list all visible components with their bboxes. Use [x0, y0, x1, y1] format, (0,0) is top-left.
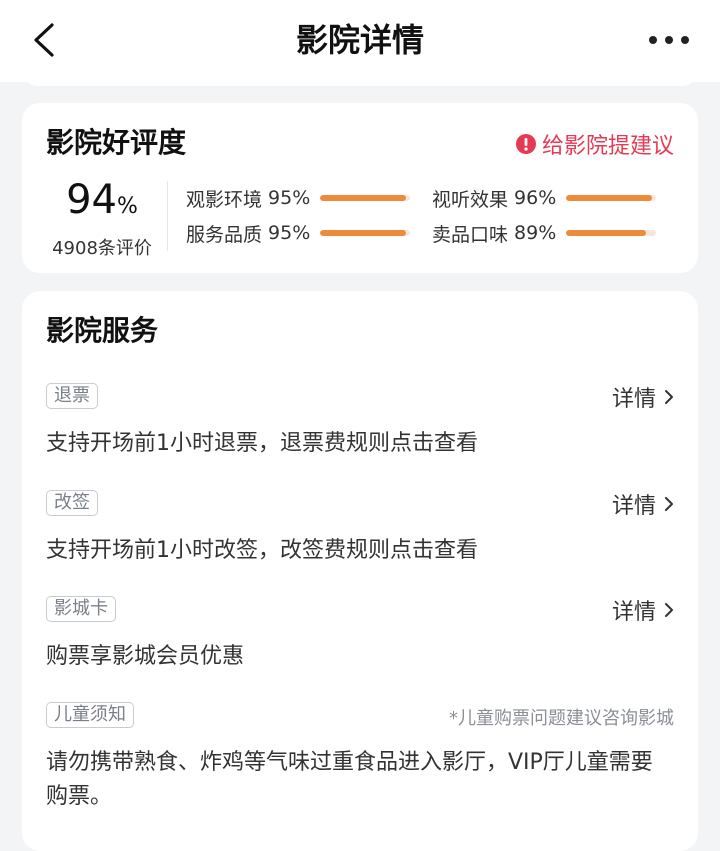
suggest-button[interactable]: 给影院提建议: [515, 129, 674, 159]
metric-bar: [320, 195, 411, 201]
metric-value: 95%: [268, 222, 311, 244]
service-desc: 支持开场前1小时改签，改签费规则点击查看: [46, 538, 478, 563]
metric-bar: [320, 230, 411, 236]
rating-card: 影院好评度 给影院提建议 94% 4908条评价 观影环境 95% 视听效果 9…: [22, 103, 698, 273]
metric-service: 服务品质 95%: [186, 218, 411, 248]
metric-value: 89%: [514, 222, 557, 244]
metric-label: 视听效果: [432, 188, 509, 211]
chevron-right-icon: [665, 497, 673, 511]
score-value: 94: [66, 177, 117, 223]
detail-link[interactable]: 详情: [612, 594, 674, 626]
service-note: *儿童购票问题建议咨询影城: [449, 708, 674, 729]
detail-link[interactable]: 详情: [612, 381, 674, 413]
metric-label: 卖品口味: [432, 223, 509, 246]
service-tag: 退票: [46, 383, 98, 409]
metric-audiovisual: 视听效果 96%: [432, 183, 657, 213]
metric-bar: [566, 230, 657, 236]
detail-link[interactable]: 详情: [612, 488, 674, 520]
service-refund[interactable]: 退票 详情 支持开场前1小时退票，退票费规则点击查看: [46, 383, 674, 461]
service-reschedule[interactable]: 改签 详情 支持开场前1小时改签，改签费规则点击查看: [46, 490, 674, 568]
metric-value: 96%: [514, 187, 557, 209]
overall-score: 94% 4908条评价: [42, 175, 162, 260]
service-tag: 影城卡: [46, 596, 116, 622]
rating-title: 影院好评度: [46, 126, 187, 159]
metric-snacks: 卖品口味 89%: [432, 218, 657, 248]
chevron-right-icon: [665, 390, 673, 404]
warning-icon: [515, 134, 536, 154]
services-title: 影院服务: [46, 314, 159, 347]
metric-label: 观影环境: [186, 188, 263, 211]
metric-value: 95%: [268, 187, 311, 209]
previous-card-bottom: [22, 70, 698, 86]
suggest-label: 给影院提建议: [541, 134, 674, 159]
service-cinema-card[interactable]: 影城卡 详情 购票享影城会员优惠: [46, 596, 674, 674]
divider: [167, 181, 168, 251]
service-tag: 改签: [46, 490, 98, 516]
metric-label: 服务品质: [186, 223, 263, 246]
more-icon[interactable]: [648, 30, 690, 50]
service-desc: 支持开场前1小时退票，退票费规则点击查看: [46, 431, 478, 456]
review-count: 4908条评价: [52, 238, 152, 259]
service-desc: 购票享影城会员优惠: [46, 644, 245, 669]
service-desc: 请勿携带熟食、炸鸡等气味过重食品进入影厅，VIP厅儿童需要购票。: [46, 750, 653, 809]
page-title: 影院详情: [295, 21, 424, 59]
metric-environment: 观影环境 95%: [186, 183, 411, 213]
service-tag: 儿童须知: [46, 702, 134, 728]
score-unit: %: [117, 194, 138, 219]
chevron-right-icon: [665, 603, 673, 617]
metric-bar: [566, 195, 657, 201]
service-children: 儿童须知 *儿童购票问题建议咨询影城 请勿携带熟食、炸鸡等气味过重食品进入影厅，…: [46, 702, 674, 814]
services-card: 影院服务 退票 详情 支持开场前1小时退票，退票费规则点击查看 改签 详情 支持…: [22, 291, 698, 851]
